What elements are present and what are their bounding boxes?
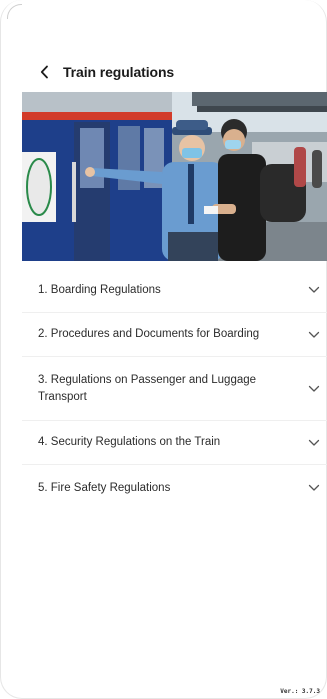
chevron-down-icon (306, 327, 322, 343)
section-procedures-documents[interactable]: 2. Procedures and Documents for Boarding (22, 313, 327, 357)
app-frame: Train regulations 1. Boarding Regulation… (0, 0, 327, 699)
page-title: Train regulations (63, 64, 175, 80)
hero-image (22, 92, 327, 261)
section-label: 1. Boarding Regulations (38, 283, 161, 296)
chevron-down-icon (306, 282, 322, 298)
screen-corner (7, 4, 22, 19)
section-fire-safety-regulations[interactable]: 5. Fire Safety Regulations (22, 465, 327, 511)
chevron-down-icon (306, 381, 322, 397)
header: Train regulations (1, 56, 327, 88)
section-boarding-regulations[interactable]: 1. Boarding Regulations (22, 268, 327, 313)
chevron-left-icon (40, 65, 48, 79)
back-button[interactable] (35, 62, 55, 82)
section-label: 5. Fire Safety Regulations (38, 481, 171, 494)
chevron-down-icon (306, 435, 322, 451)
section-passenger-luggage-transport[interactable]: 3. Regulations on Passenger and Luggage … (22, 357, 327, 421)
chevron-down-icon (306, 480, 322, 496)
section-label: 3. Regulations on Passenger and Luggage … (38, 373, 257, 403)
section-security-regulations[interactable]: 4. Security Regulations on the Train (22, 421, 327, 465)
section-label: 4. Security Regulations on the Train (38, 436, 221, 448)
version-label: Ver.: 3.7.3 (280, 688, 320, 695)
section-label: 2. Procedures and Documents for Boarding (38, 328, 260, 340)
regulations-list: 1. Boarding Regulations 2. Procedures an… (22, 268, 327, 511)
